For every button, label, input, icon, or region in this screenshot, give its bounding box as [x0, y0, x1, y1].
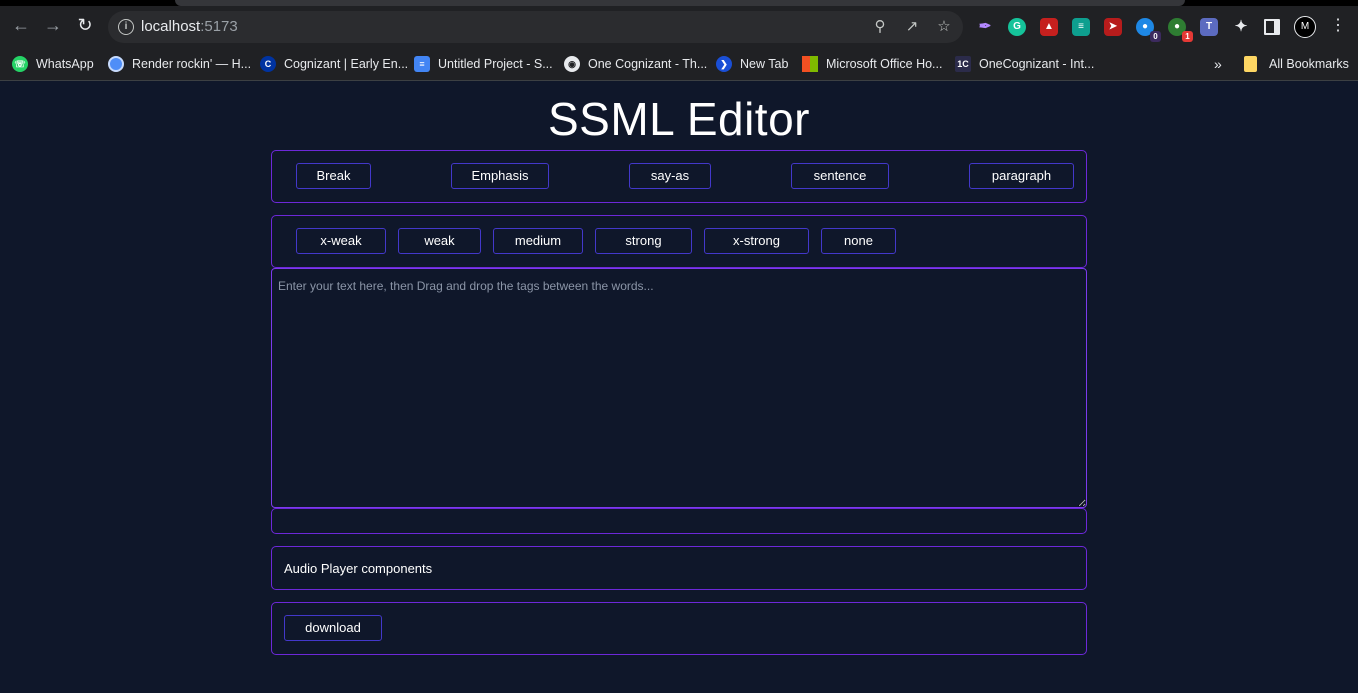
paragraph-tag-button[interactable]: paragraph	[969, 163, 1074, 189]
quill-extension-icon[interactable]: ✒	[976, 18, 994, 36]
cognizant-icon: C	[260, 56, 276, 72]
url-port: :5173	[200, 18, 238, 35]
reload-icon[interactable]: ↻	[74, 14, 96, 36]
emphasis-tag-button[interactable]: Emphasis	[451, 163, 549, 189]
medium-button[interactable]: medium	[493, 228, 583, 254]
back-icon[interactable]: ←	[10, 14, 32, 36]
bookmarks-overflow-icon[interactable]: »	[1214, 55, 1222, 73]
audio-player-label: Audio Player components	[284, 561, 433, 576]
bookmark-untitled-project[interactable]: ≡ Untitled Project - S...	[414, 55, 553, 73]
bookmark-label: Cognizant | Early En...	[284, 57, 409, 71]
strong-button[interactable]: strong	[595, 228, 692, 254]
document-icon: ≡	[414, 56, 430, 72]
translate-extension-icon[interactable]: T	[1200, 18, 1218, 36]
folder-icon	[1244, 56, 1257, 72]
bookmark-render[interactable]: Render rockin' — H...	[108, 55, 251, 73]
globe-icon: ◉	[564, 56, 580, 72]
bookmark-onecognizant-int[interactable]: 1C OneCognizant - Int...	[955, 55, 1094, 73]
ideas-extension-badge: 1	[1182, 31, 1193, 42]
bookmarks-bar: ☏ WhatsApp Render rockin' — H... C Cogniza…	[0, 47, 1358, 81]
sentence-tag-button[interactable]: sentence	[791, 163, 889, 189]
x-strong-button[interactable]: x-strong	[704, 228, 809, 254]
share-icon[interactable]: ↗	[902, 17, 922, 37]
site-info-icon[interactable]: i	[118, 19, 134, 35]
microsoft-icon	[802, 56, 818, 72]
none-button[interactable]: none	[821, 228, 896, 254]
new-tab-icon: ❯	[716, 56, 732, 72]
menu-kebab-icon[interactable]: ⋮	[1327, 14, 1349, 36]
browser-toolbar: ← → ↻ i localhost:5173 ⚲ ↗ ☆ ✒ G ▲ ≡ ➤ ●…	[0, 0, 1358, 47]
x-weak-button[interactable]: x-weak	[296, 228, 386, 254]
bookmark-label: Render rockin' — H...	[132, 57, 252, 71]
profile-avatar[interactable]: M	[1294, 16, 1316, 38]
address-url[interactable]: localhost:5173	[141, 18, 238, 35]
all-bookmarks-folder[interactable]: All Bookmarks	[1244, 55, 1349, 73]
pdf-extension-icon[interactable]: ▲	[1040, 18, 1058, 36]
all-bookmarks-label: All Bookmarks	[1269, 57, 1349, 71]
bookmark-label: OneCognizant - Int...	[979, 57, 1095, 71]
weak-button[interactable]: weak	[398, 228, 481, 254]
ghost-extension-badge: 0	[1150, 31, 1161, 42]
bookmark-label: Untitled Project - S...	[438, 57, 553, 71]
ideas-extension-icon[interactable]: ● 1	[1168, 18, 1193, 42]
bookmark-label: One Cognizant - Th...	[588, 57, 708, 71]
bookmark-cognizant-early[interactable]: C Cognizant | Early En...	[260, 55, 408, 73]
ssml-output-bar	[271, 508, 1087, 534]
bookmark-label: WhatsApp	[36, 57, 94, 71]
say-as-tag-button[interactable]: say-as	[629, 163, 711, 189]
ghost-extension-icon[interactable]: ● 0	[1136, 18, 1161, 42]
bookmark-label: Microsoft Office Ho...	[826, 57, 943, 71]
extensions-puzzle-icon[interactable]: ✦	[1232, 18, 1250, 36]
onecognizant-icon: 1C	[955, 56, 971, 72]
whatsapp-icon: ☏	[12, 56, 28, 72]
ssml-text-editor[interactable]	[271, 268, 1087, 508]
active-tab[interactable]	[175, 0, 1185, 6]
strength-options-panel: x-weak weak medium strong x-strong none	[271, 215, 1087, 268]
bookmark-microsoft-office[interactable]: Microsoft Office Ho...	[802, 55, 942, 73]
url-host: localhost	[141, 18, 201, 35]
download-button[interactable]: download	[284, 615, 382, 641]
ssml-tags-panel: Break Emphasis say-as sentence paragraph	[271, 150, 1087, 203]
zoom-icon[interactable]: ⚲	[870, 17, 890, 37]
forward-icon[interactable]: →	[42, 14, 64, 36]
tab-strip	[0, 0, 1358, 6]
rocket-extension-icon[interactable]: ➤	[1104, 18, 1122, 36]
grammarly-extension-icon[interactable]: G	[1008, 18, 1026, 36]
render-icon	[108, 56, 124, 72]
stack-extension-icon[interactable]: ≡	[1072, 18, 1090, 36]
bookmark-label: New Tab	[740, 57, 789, 71]
bookmark-whatsapp[interactable]: ☏ WhatsApp	[12, 55, 94, 73]
download-panel: download	[271, 602, 1087, 655]
audio-player-panel: Audio Player components	[271, 546, 1087, 590]
side-panel-icon[interactable]	[1264, 19, 1280, 35]
break-tag-button[interactable]: Break	[296, 163, 371, 189]
address-bar[interactable]: i localhost:5173 ⚲ ↗ ☆	[108, 11, 963, 43]
bookmark-new-tab[interactable]: ❯ New Tab	[716, 55, 788, 73]
bookmark-one-cognizant[interactable]: ◉ One Cognizant - Th...	[564, 55, 707, 73]
page-title: SSML Editor	[547, 93, 810, 145]
bookmark-star-icon[interactable]: ☆	[934, 17, 954, 37]
